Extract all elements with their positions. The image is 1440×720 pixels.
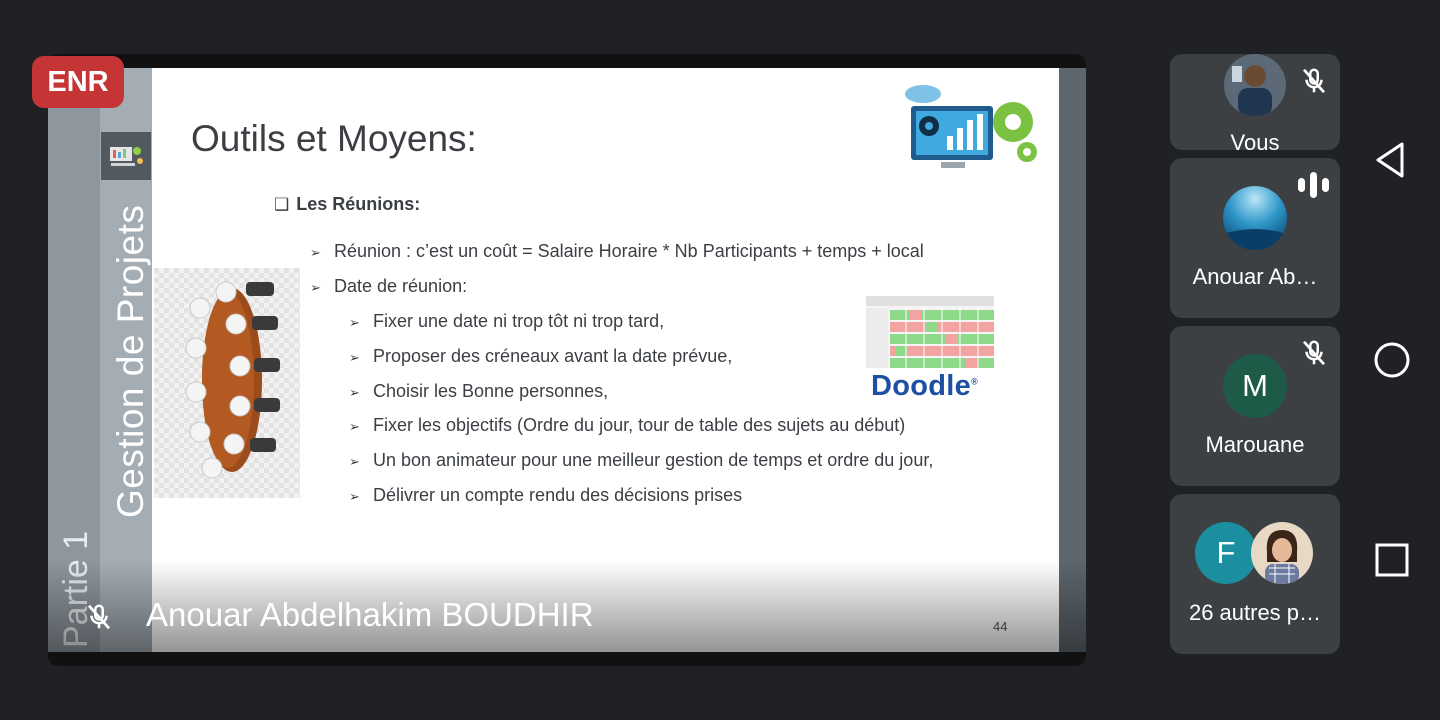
participant-tile-others[interactable]: F 26 autres p… [1170, 494, 1340, 654]
sub-bullet-text: Délivrer un compte rendu des décisions p… [373, 485, 743, 505]
doodle-registered-mark: ® [971, 376, 979, 387]
arrow-bullet-icon: ➢ [310, 280, 321, 295]
sub-bullet-text: Fixer les objectifs (Ordre du jour, tour… [373, 415, 906, 435]
mic-off-icon [1302, 340, 1326, 366]
participant-tile-anouar[interactable]: Anouar Ab… [1170, 158, 1340, 318]
speaking-indicator-icon [1296, 172, 1332, 198]
sub-bullet-item: ➢ Un bon animateur pour une meilleur gest… [349, 450, 933, 471]
slide-side-title: Gestion de Projets [110, 204, 151, 518]
checkbox-bullet-icon: ❑ [274, 195, 290, 214]
arrow-bullet-icon: ➢ [349, 419, 360, 434]
sub-bullet-item: ➢ Fixer les objectifs (Ordre du jour, tou… [349, 415, 905, 436]
participant-tile-marouane[interactable]: M Marouane [1170, 326, 1340, 486]
participant-avatar [1251, 522, 1313, 584]
back-triangle-icon[interactable] [1372, 140, 1412, 180]
mic-off-icon [87, 604, 111, 630]
bullet-text: Date de réunion: [334, 276, 468, 296]
slide-thumbnail-icon [101, 132, 151, 180]
bullet-item: ➢ Date de réunion: [310, 276, 467, 297]
doodle-schedule-grid [866, 296, 994, 368]
arrow-bullet-icon: ➢ [349, 350, 360, 365]
participant-avatar [1223, 186, 1287, 250]
participant-name: Anouar Ab… [1192, 264, 1318, 289]
doodle-logo: Doodle® [871, 370, 978, 403]
recording-badge: ENR [32, 56, 124, 108]
participant-letter-avatar: F [1195, 522, 1257, 584]
arrow-bullet-icon: ➢ [349, 489, 360, 504]
sub-bullet-item: ➢ Choisir les Bonne personnes, [349, 381, 608, 402]
home-circle-icon[interactable] [1372, 340, 1412, 380]
participant-name: Vous [1230, 130, 1280, 150]
arrow-bullet-icon: ➢ [349, 385, 360, 400]
recents-square-icon[interactable] [1372, 540, 1412, 580]
presenter-name: Anouar Abdelhakim BOUDHIR [146, 596, 594, 633]
sub-bullet-item: ➢ Délivrer un compte rendu des décisions … [349, 485, 742, 506]
arrow-bullet-icon: ➢ [349, 315, 360, 330]
bullet-text: Réunion : c’est un coût = Salaire Horair… [334, 241, 924, 261]
mic-off-icon [1302, 68, 1326, 94]
slide-title: Outils et Moyens: [191, 118, 477, 159]
participant-avatar [1224, 54, 1286, 116]
sub-bullet-text: Un bon animateur pour une meilleur gesti… [373, 450, 934, 470]
arrow-bullet-icon: ➢ [349, 454, 360, 469]
doodle-logo-text: Doodle [871, 370, 972, 402]
participant-name: 26 autres p… [1188, 600, 1322, 625]
participant-letter-avatar: M [1223, 354, 1287, 418]
arrow-bullet-icon: ➢ [310, 245, 321, 260]
presentation-stage[interactable]: Gestion de Projets Partie 1 Outils et Mo… [48, 54, 1086, 666]
sub-bullet-text: Choisir les Bonne personnes, [373, 381, 609, 401]
sub-bullet-text: Fixer une date ni trop tôt ni trop tard, [373, 311, 665, 331]
section-heading: ❑ Les Réunions: [274, 194, 420, 215]
sub-bullet-item: ➢ Proposer des créneaux avant la date pré… [349, 346, 732, 367]
participant-tile-you[interactable]: Vous [1170, 54, 1340, 150]
meeting-table-illustration [154, 268, 300, 498]
gear-monitor-icon [905, 85, 1037, 168]
sub-bullet-item: ➢ Fixer une date ni trop tôt ni trop tard… [349, 311, 664, 332]
bullet-item: ➢ Réunion : c’est un coût = Salaire Horai… [310, 241, 924, 262]
participant-name: Marouane [1205, 432, 1305, 457]
section-heading-text: Les Réunions: [296, 194, 421, 214]
sub-bullet-text: Proposer des créneaux avant la date prév… [373, 346, 733, 366]
